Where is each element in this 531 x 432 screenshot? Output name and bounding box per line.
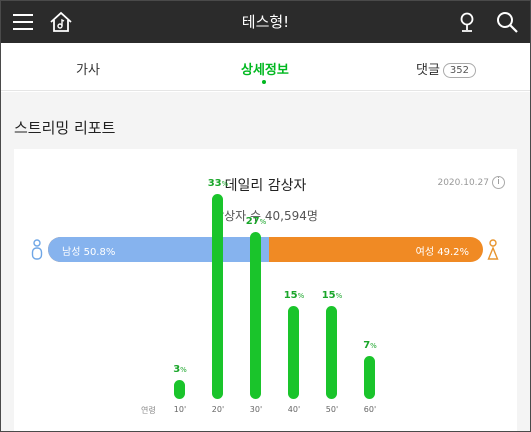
age-tick-label: 60': [363, 405, 377, 414]
mic-icon[interactable]: [454, 9, 480, 35]
age-tick-label: 20': [211, 405, 225, 414]
age-bar: [174, 380, 185, 399]
tab-lyrics[interactable]: 가사: [76, 59, 100, 78]
tab-comments-label: 댓글: [416, 63, 440, 78]
age-bar-value: 15%: [283, 290, 305, 301]
top-bar: 테스형!: [1, 1, 530, 43]
age-axis-caption: 연령: [141, 406, 156, 415]
section-title: 스트리밍 리포트: [14, 119, 116, 137]
age-distribution-chart: 연령 3% 10' 33% 20' 27% 30' 15% 40' 15% 50' 7% 60': [14, 149, 517, 431]
daily-listeners-card: 데일리 감상자 2020.10.27 i 감상자 수 40,594명 남성 50…: [14, 149, 517, 431]
age-bar-value: 7%: [363, 339, 377, 351]
age-bar-value: 33%: [207, 178, 229, 190]
main-content: 스트리밍 리포트 데일리 감상자 2020.10.27 i 감상자 수 40,5…: [1, 92, 530, 431]
tab-details[interactable]: 상세정보: [241, 59, 289, 78]
age-bar-value: 3%: [173, 364, 187, 376]
page-title: 테스형!: [241, 13, 290, 31]
age-bar: [250, 231, 261, 399]
active-tab-indicator: [262, 80, 266, 84]
app-frame: 테스형! 가사 상세정보 댓글 352 스트리밍 리포트 데일리 감상자 2020…: [0, 0, 531, 432]
detail-tabs: 가사 상세정보 댓글 352: [1, 43, 530, 91]
age-tick-label: 40': [287, 405, 301, 414]
tab-comments[interactable]: 댓글 352: [416, 59, 477, 78]
age-bar: [212, 194, 223, 399]
age-bar: [326, 306, 337, 399]
age-bar: [364, 355, 375, 399]
search-icon[interactable]: [494, 9, 520, 35]
comment-count-badge: 352: [442, 63, 477, 78]
age-tick-label: 50': [325, 405, 339, 414]
age-bar-value: 15%: [321, 290, 343, 301]
age-bar: [288, 306, 299, 399]
age-bar-value: 27%: [245, 215, 267, 227]
age-tick-label: 10': [173, 405, 187, 414]
age-tick-label: 30': [249, 405, 263, 414]
